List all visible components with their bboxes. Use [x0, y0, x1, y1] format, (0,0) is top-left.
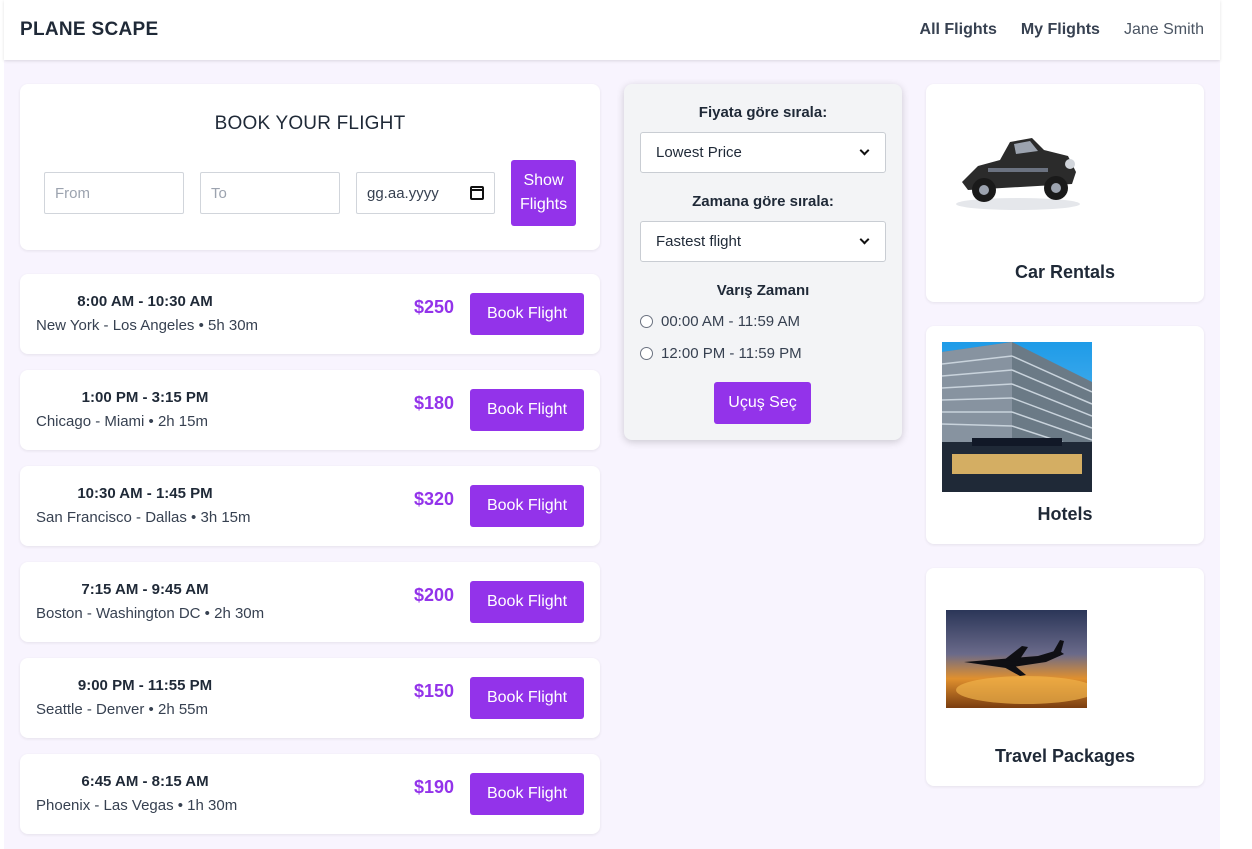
flight-time: 8:00 AM - 10:30 AM — [77, 293, 213, 310]
arrival-option-label: 00:00 AM - 11:59 AM — [661, 313, 800, 330]
sort-time-select[interactable]: Fastest flight — [640, 221, 886, 262]
flight-route: New York - Los Angeles • 5h 30m — [36, 317, 259, 334]
to-input[interactable]: To — [200, 172, 340, 214]
chevron-down-icon — [859, 234, 870, 245]
flight-row: 1:00 PM - 3:15 PM Chicago - Miami • 2h 1… — [20, 370, 600, 450]
arrival-option-afternoon[interactable]: 12:00 PM - 11:59 PM — [640, 345, 802, 362]
flight-route: Seattle - Denver • 2h 55m — [36, 701, 209, 718]
flight-row: 8:00 AM - 10:30 AM New York - Los Angele… — [20, 274, 600, 354]
brand-logo[interactable]: PLANE SCAPE — [20, 19, 158, 41]
flight-price: $150 — [413, 681, 454, 701]
flight-time: 7:15 AM - 9:45 AM — [81, 581, 209, 598]
flight-row: 7:15 AM - 9:45 AM Boston - Washington DC… — [20, 562, 600, 642]
nav-links: All Flights My Flights Jane Smith — [920, 21, 1204, 39]
hotels-title: Hotels — [1037, 504, 1093, 524]
top-navbar: PLANE SCAPE All Flights My Flights Jane … — [4, 0, 1220, 60]
flight-row: 9:00 PM - 11:55 PM Seattle - Denver • 2h… — [20, 658, 600, 738]
sort-time-label: Zamana göre sırala: — [692, 193, 834, 210]
nav-my-flights[interactable]: My Flights — [1021, 21, 1100, 39]
flight-price: $180 — [413, 393, 454, 413]
flight-row: 10:30 AM - 1:45 PM San Francisco - Dalla… — [20, 466, 600, 546]
flight-price: $190 — [413, 777, 454, 797]
travel-packages-title: Travel Packages — [994, 746, 1136, 766]
book-flight-button[interactable]: Book Flight — [470, 293, 584, 335]
arrival-option-label: 12:00 PM - 11:59 PM — [661, 345, 802, 362]
arrival-time-label: Varış Zamanı — [716, 282, 810, 299]
flight-route: Phoenix - Las Vegas • 1h 30m — [36, 797, 238, 814]
vintage-car-image — [948, 120, 1088, 216]
hotels-card[interactable]: Hotels — [926, 326, 1204, 544]
flight-time: 1:00 PM - 3:15 PM — [81, 389, 209, 406]
book-flight-button[interactable]: Book Flight — [470, 485, 584, 527]
chevron-down-icon — [859, 145, 870, 156]
filter-panel: Fiyata göre sırala: Lowest Price Zamana … — [624, 84, 902, 440]
flight-route: San Francisco - Dallas • 3h 15m — [36, 509, 251, 526]
from-input[interactable]: From — [44, 172, 184, 214]
date-input[interactable]: gg.aa.yyyy — [356, 172, 495, 214]
flight-route: Chicago - Miami • 2h 15m — [36, 413, 208, 430]
date-input-text: gg.aa.yyyy — [367, 184, 439, 202]
radio-button[interactable] — [640, 315, 653, 328]
flight-price: $250 — [413, 297, 454, 317]
flight-time: 6:45 AM - 8:15 AM — [81, 773, 209, 790]
sort-price-select[interactable]: Lowest Price — [640, 132, 886, 173]
flight-price: $320 — [413, 489, 454, 509]
flight-price: $200 — [413, 585, 454, 605]
flight-row: 6:45 AM - 8:15 AM Phoenix - Las Vegas • … — [20, 754, 600, 834]
select-flight-button[interactable]: Uçuş Seç — [714, 382, 811, 424]
user-name[interactable]: Jane Smith — [1124, 21, 1204, 39]
sort-time-value: Fastest flight — [656, 233, 742, 250]
nav-all-flights[interactable]: All Flights — [920, 21, 997, 39]
flight-route: Boston - Washington DC • 2h 30m — [36, 605, 265, 622]
sort-price-label: Fiyata göre sırala: — [698, 104, 828, 121]
car-rentals-card[interactable]: Car Rentals — [926, 84, 1204, 302]
radio-button[interactable] — [640, 347, 653, 360]
flight-time: 10:30 AM - 1:45 PM — [77, 485, 213, 502]
travel-packages-card[interactable]: Travel Packages — [926, 568, 1204, 786]
book-flight-button[interactable]: Book Flight — [470, 677, 584, 719]
book-flight-button[interactable]: Book Flight — [470, 773, 584, 815]
hotel-building-image — [942, 342, 1092, 492]
arrival-option-morning[interactable]: 00:00 AM - 11:59 AM — [640, 313, 800, 330]
flight-time: 9:00 PM - 11:55 PM — [77, 677, 213, 694]
calendar-icon[interactable] — [470, 186, 484, 200]
airplane-sunset-image — [946, 610, 1087, 708]
booking-title: BOOK YOUR FLIGHT — [214, 113, 406, 134]
car-rentals-title: Car Rentals — [1014, 262, 1116, 282]
sort-price-value: Lowest Price — [656, 144, 742, 161]
book-flight-button[interactable]: Book Flight — [470, 389, 584, 431]
show-flights-button[interactable]: Show Flights — [511, 160, 576, 226]
booking-card: BOOK YOUR FLIGHT From To gg.aa.yyyy Show… — [20, 84, 600, 250]
book-flight-button[interactable]: Book Flight — [470, 581, 584, 623]
